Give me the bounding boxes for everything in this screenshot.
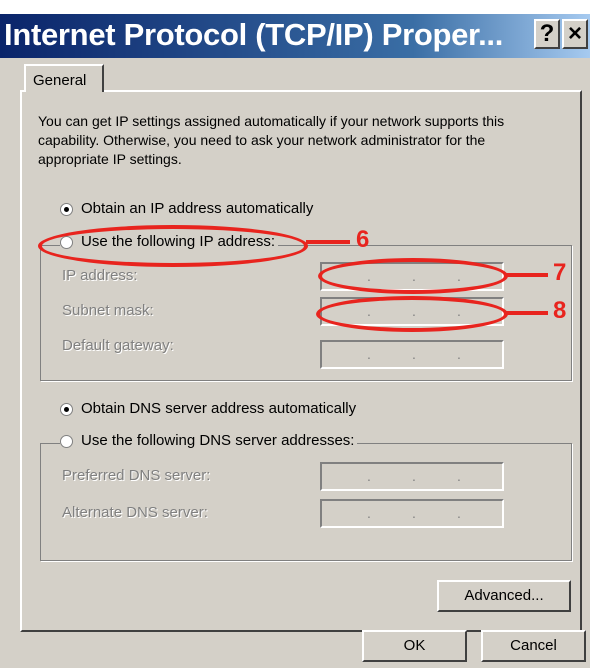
tcpip-properties-dialog: Internet Protocol (TCP/IP) Proper... ? ×… — [0, 14, 590, 668]
preferred-dns-field[interactable]: ... — [320, 462, 504, 491]
preferred-dns-label: Preferred DNS server: — [62, 467, 211, 484]
tab-general[interactable]: General — [24, 64, 104, 92]
annotation-number-6: 6 — [356, 226, 370, 253]
default-gateway-field[interactable]: ... — [320, 340, 504, 369]
annotation-number-7: 7 — [553, 259, 567, 286]
subnet-mask-label: Subnet mask: — [62, 302, 154, 319]
obtain-ip-auto-label: Obtain an IP address automatically — [81, 200, 314, 217]
annotation-line-6 — [306, 240, 350, 244]
radio-selected-icon — [60, 402, 73, 416]
ip-address-label: IP address: — [62, 267, 138, 284]
window-title: Internet Protocol (TCP/IP) Proper... — [4, 17, 504, 52]
annotation-number-8: 8 — [553, 297, 567, 324]
advanced-button[interactable]: Advanced... — [437, 580, 571, 612]
use-following-dns-label: Use the following DNS server addresses: — [81, 432, 355, 449]
top-caption-strip — [0, 0, 590, 14]
obtain-dns-auto-radio[interactable]: Obtain DNS server address automatically — [60, 400, 360, 417]
help-button[interactable]: ? — [534, 19, 560, 49]
obtain-dns-auto-label: Obtain DNS server address automatically — [81, 400, 357, 417]
alternate-dns-field[interactable]: ... — [320, 499, 504, 528]
annotation-ellipse-7 — [318, 258, 508, 294]
annotation-line-8 — [506, 311, 548, 315]
annotation-ellipse-8 — [316, 296, 508, 332]
radio-unselected-icon — [60, 434, 73, 448]
use-following-dns-radio[interactable]: Use the following DNS server addresses: — [60, 432, 358, 449]
default-gateway-label: Default gateway: — [62, 337, 174, 354]
ok-button[interactable]: OK — [362, 630, 467, 662]
annotation-line-7 — [506, 273, 548, 277]
annotation-ellipse-6 — [38, 225, 308, 267]
title-bar: Internet Protocol (TCP/IP) Proper... ? × — [0, 14, 590, 58]
obtain-ip-auto-radio[interactable]: Obtain an IP address automatically — [60, 200, 317, 217]
description-text: You can get IP settings assigned automat… — [38, 113, 505, 167]
close-button[interactable]: × — [562, 19, 588, 49]
cancel-button[interactable]: Cancel — [481, 630, 586, 662]
radio-selected-icon — [60, 202, 73, 216]
alternate-dns-label: Alternate DNS server: — [62, 504, 208, 521]
